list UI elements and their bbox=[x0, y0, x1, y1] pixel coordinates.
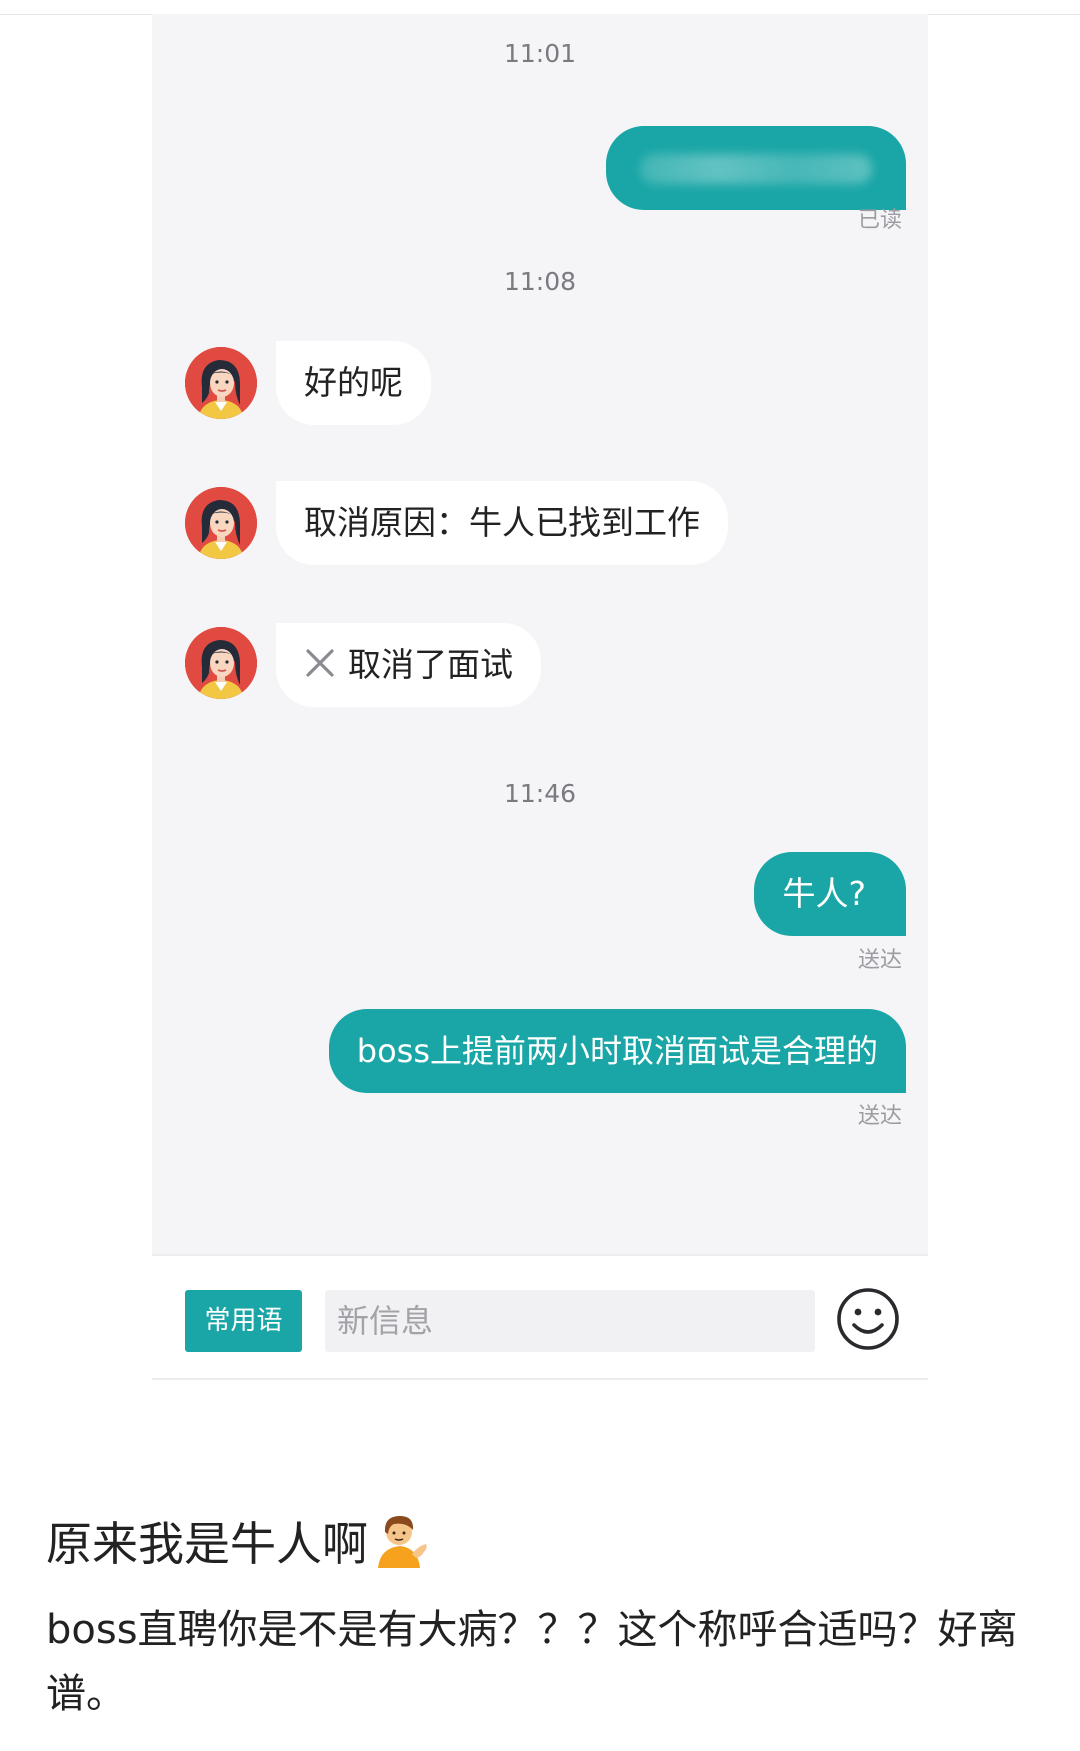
person-tipping-hand-icon bbox=[378, 1516, 427, 1568]
delivered-receipt: 送达 bbox=[857, 1104, 902, 1129]
chat-window[interactable]: 11:01 已读 11:08 好的呢 取消原因：牛人已找到工作 取消了面试 11… bbox=[152, 14, 928, 1254]
smiley-icon[interactable] bbox=[836, 1287, 900, 1351]
message-input-bar: 常用语 bbox=[152, 1254, 928, 1380]
top-divider bbox=[0, 0, 1080, 15]
post-title-text: 原来我是牛人啊 bbox=[46, 1517, 368, 1571]
outgoing-message[interactable]: boss上提前两小时取消面试是合理的 bbox=[328, 1009, 906, 1093]
post-body: boss直聘你是不是有大病？？？这个称呼合适吗？好离谱。 bbox=[46, 1607, 1018, 1717]
interview-cancelled-message[interactable]: 取消了面试 bbox=[276, 623, 541, 707]
timestamp: 11:46 bbox=[503, 779, 577, 808]
woman-avatar-icon bbox=[185, 347, 257, 419]
timestamp: 11:01 bbox=[503, 39, 577, 68]
woman-avatar-icon bbox=[185, 627, 257, 699]
incoming-message[interactable]: 取消原因：牛人已找到工作 bbox=[276, 481, 728, 565]
woman-avatar-icon bbox=[185, 487, 257, 559]
delivered-receipt: 送达 bbox=[857, 948, 902, 973]
timestamp: 11:08 bbox=[503, 267, 577, 296]
read-receipt: 已读 bbox=[857, 208, 902, 233]
message-text: 取消了面试 bbox=[348, 645, 513, 684]
blurred-text bbox=[640, 154, 872, 184]
outgoing-message[interactable]: 牛人? bbox=[754, 852, 906, 936]
outgoing-message-blurred[interactable] bbox=[606, 126, 906, 210]
common-phrases-button[interactable]: 常用语 bbox=[185, 1290, 302, 1352]
incoming-message[interactable]: 好的呢 bbox=[276, 341, 431, 425]
post-title: 原来我是牛人啊 bbox=[46, 1508, 430, 1574]
contact-avatar[interactable] bbox=[185, 627, 257, 699]
contact-avatar[interactable] bbox=[185, 487, 257, 559]
message-input[interactable] bbox=[325, 1290, 815, 1352]
contact-avatar[interactable] bbox=[185, 347, 257, 419]
x-icon bbox=[306, 649, 334, 677]
